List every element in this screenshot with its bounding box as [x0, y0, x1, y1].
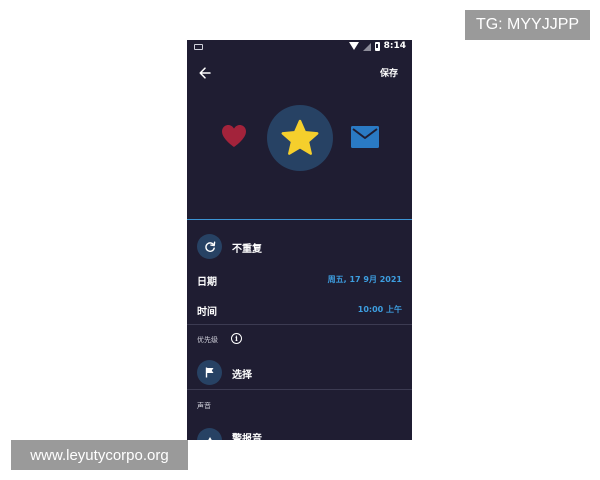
heart-icon: [222, 125, 246, 147]
wifi-icon: [348, 42, 359, 50]
date-value[interactable]: 周五, 17 9月 2021: [328, 274, 402, 285]
status-indicators: 8:14: [348, 41, 406, 51]
icon-picker: [187, 102, 412, 172]
status-bar: 8:14: [187, 40, 412, 54]
time-value[interactable]: 10:00 上午: [358, 304, 402, 315]
watermark-top: TG: MYYJJPP: [465, 10, 590, 40]
divider-sound: [187, 389, 412, 390]
star-option-selected[interactable]: [267, 105, 333, 171]
repeat-icon-button[interactable]: [197, 234, 222, 259]
flag-icon: [205, 367, 213, 378]
sound-icon-button[interactable]: [197, 428, 222, 440]
back-button[interactable]: [197, 65, 213, 81]
watermark-bottom: www.leyutycorpo.org: [11, 440, 188, 470]
arrow-left-icon: [199, 67, 211, 79]
divider-priority: [187, 324, 412, 325]
info-icon[interactable]: i: [231, 333, 242, 344]
heart-option[interactable]: [221, 124, 247, 148]
priority-section-label: 优先级: [197, 336, 218, 344]
battery-icon: [374, 41, 380, 51]
mail-option[interactable]: [351, 126, 379, 148]
no-signal-icon: [362, 42, 371, 51]
date-label: 日期: [197, 277, 217, 288]
priority-icon-button[interactable]: [197, 360, 222, 385]
bell-icon: [207, 436, 212, 440]
mail-icon: [351, 126, 379, 148]
star-icon: [281, 119, 319, 155]
phone-screen: 8:14 保存 不重复 日期 周五, 17 9月 2021 时间 10:00 上…: [187, 40, 412, 440]
priority-select-label[interactable]: 选择: [232, 366, 252, 381]
refresh-icon: [204, 241, 215, 252]
status-time: 8:14: [383, 41, 406, 51]
sound-label[interactable]: 警报音: [232, 430, 262, 440]
keyboard-icon: [194, 44, 203, 50]
sound-section-label: 声音: [197, 402, 211, 410]
repeat-label[interactable]: 不重复: [232, 240, 262, 255]
time-label: 时间: [197, 307, 217, 318]
header-divider: [187, 219, 412, 220]
save-button[interactable]: 保存: [380, 66, 398, 79]
